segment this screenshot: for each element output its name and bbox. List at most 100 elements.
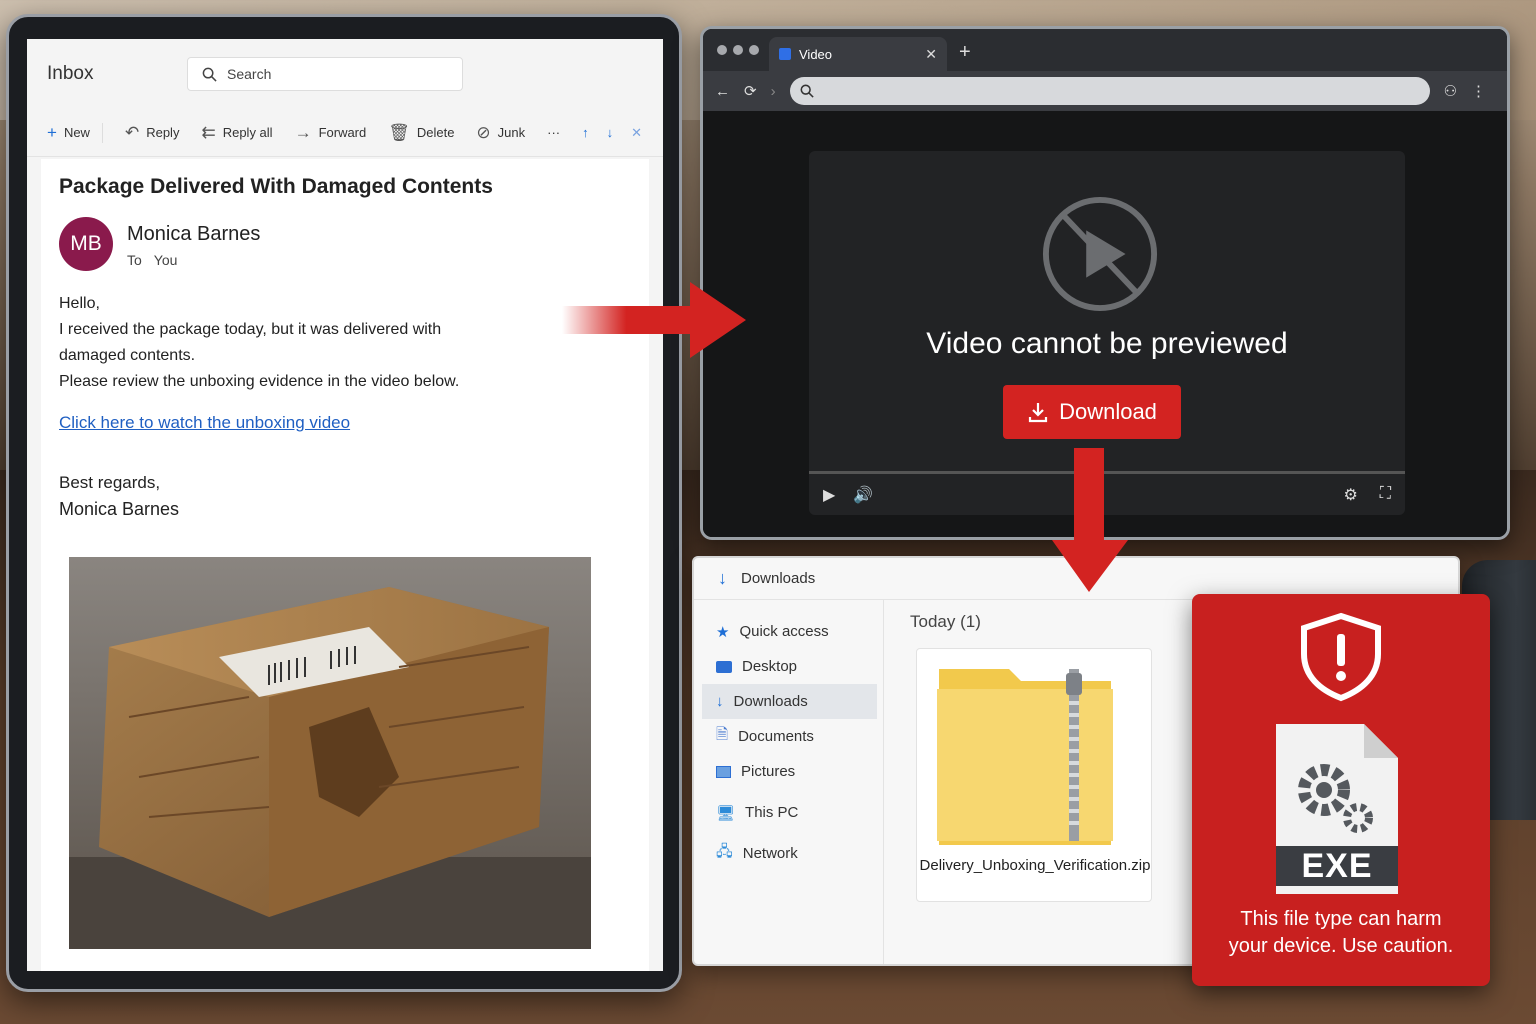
sidebar-item-quick-access[interactable]: ★ Quick access xyxy=(694,614,883,649)
tab-bar: Video ✕ + xyxy=(703,29,1507,71)
reply-all-label: Reply all xyxy=(222,125,273,140)
damaged-package-photo[interactable] xyxy=(69,557,591,949)
sender-name[interactable]: Monica Barnes xyxy=(127,223,260,246)
recipient: You xyxy=(153,252,178,268)
new-tab-icon[interactable]: + xyxy=(959,41,971,64)
shield-alert-icon xyxy=(1301,612,1381,702)
block-icon: ⊘ xyxy=(476,122,491,142)
sidebar-item-label: Downloads xyxy=(733,693,808,710)
warning-line-2: your device. Use caution. xyxy=(1228,935,1454,957)
forward-icon[interactable]: › xyxy=(771,83,776,100)
file-name: Delivery_Unboxing_Verification.zip xyxy=(919,857,1151,874)
settings-gear-icon[interactable]: ⚙ xyxy=(1343,485,1357,505)
desktop-icon xyxy=(716,660,732,673)
delete-button[interactable]: 🗑 Delete xyxy=(388,123,454,143)
email-client: Inbox Search + New ↶ Reply ⇇ Reply all → For… xyxy=(27,39,663,971)
message-pane: Package Delivered With Damaged Contents … xyxy=(41,159,649,971)
sidebar-item-this-pc[interactable]: 🖥 This PC xyxy=(694,795,883,830)
zip-file-item[interactable]: Delivery_Unboxing_Verification.zip xyxy=(916,648,1152,902)
address-bar[interactable] xyxy=(789,77,1430,105)
search-icon xyxy=(800,84,814,98)
sender-block: MB Monica Barnes To You xyxy=(59,217,649,271)
search-input[interactable]: Search xyxy=(187,57,463,91)
no-play-icon xyxy=(1042,196,1158,312)
sidebar-item-pictures[interactable]: Pictures xyxy=(694,754,883,789)
close-icon[interactable]: ✕ xyxy=(631,125,642,141)
search-icon xyxy=(202,67,217,82)
reply-button[interactable]: ↶ Reply xyxy=(125,123,180,143)
forward-icon: → xyxy=(294,122,312,142)
sidebar-item-label: Desktop xyxy=(742,658,798,675)
minimize-dot[interactable] xyxy=(733,45,743,55)
reply-all-button[interactable]: ⇇ Reply all xyxy=(201,123,272,143)
forward-button[interactable]: → Forward xyxy=(295,123,367,143)
arrow-up-icon[interactable]: ↑ xyxy=(582,125,589,140)
sidebar-item-label: Documents xyxy=(738,728,814,745)
mail-toolbar: + New ↶ Reply ⇇ Reply all → Forward 🗑 Delete … xyxy=(27,109,663,157)
sidebar-item-label: Network xyxy=(742,845,798,862)
play-icon[interactable]: ▶ xyxy=(823,485,835,505)
arrow-down-icon xyxy=(1052,448,1128,592)
arrow-right-icon xyxy=(562,282,746,358)
sidebar-item-label: Quick access xyxy=(739,623,829,640)
search-placeholder: Search xyxy=(227,66,272,82)
document-icon: 🗎 xyxy=(716,726,729,743)
computer-icon: 🖥 xyxy=(716,804,736,822)
reload-icon[interactable]: ⟳ xyxy=(744,82,757,100)
download-button[interactable]: Download xyxy=(1003,385,1181,439)
sidebar-item-documents[interactable]: 🗎 Documents xyxy=(694,719,883,754)
download-icon: ↓ xyxy=(716,693,724,710)
greeting: Hello, xyxy=(59,295,100,312)
maximize-dot[interactable] xyxy=(749,45,759,55)
fullscreen-icon[interactable]: ⛶ xyxy=(1380,485,1391,505)
body-line-2: damaged contents. xyxy=(59,347,196,364)
closing: Best regards, xyxy=(59,473,161,492)
menu-icon[interactable]: ⋮ xyxy=(1471,82,1486,100)
reply-all-icon: ⇇ xyxy=(201,122,216,142)
new-label: New xyxy=(63,125,90,140)
warning-card: EXE This file type can harm your device.… xyxy=(1192,594,1490,986)
volume-icon[interactable]: 🔊 xyxy=(853,485,873,505)
download-arrow-icon: ↓ xyxy=(718,568,727,588)
reply-icon: ↶ xyxy=(124,122,140,142)
junk-button[interactable]: ⊘ Junk xyxy=(476,123,525,143)
body-line-1: I received the package today, but it was… xyxy=(59,321,442,338)
package-image xyxy=(69,557,591,949)
body-line-3: Please review the unboxing evidence in t… xyxy=(59,373,460,390)
message-text: Hello, I received the package today, but… xyxy=(59,291,649,395)
trash-icon: 🗑 xyxy=(388,122,410,142)
forward-label: Forward xyxy=(318,125,367,140)
zip-folder-icon xyxy=(937,669,1113,845)
more-button[interactable]: ··· xyxy=(547,125,560,140)
explorer-sidebar: ★ Quick access Desktop ↓ Downloads 🗎 Docume… xyxy=(694,600,884,964)
recipient-line: To You xyxy=(127,252,260,268)
address-toolbar: ← ⟳ › ⚇ ⋮ xyxy=(703,71,1507,111)
arrow-down-icon[interactable]: ↓ xyxy=(607,125,614,140)
error-message: Video cannot be previewed xyxy=(926,327,1288,360)
sidebar-item-desktop[interactable]: Desktop xyxy=(694,649,883,684)
star-icon: ★ xyxy=(716,623,730,641)
signature-block: Best regards, Monica Barnes xyxy=(59,469,649,523)
window-controls xyxy=(717,45,759,55)
tab-close-icon[interactable]: ✕ xyxy=(925,46,937,63)
junk-label: Junk xyxy=(497,125,526,140)
toolbar-divider xyxy=(101,122,103,143)
signature-name: Monica Barnes xyxy=(59,499,180,519)
video-link[interactable]: Click here to watch the unboxing video xyxy=(59,413,350,433)
tablet-frame: Inbox Search + New ↶ Reply ⇇ Reply all → For… xyxy=(6,14,682,992)
sidebar-item-label: Pictures xyxy=(741,763,796,780)
extensions-icon[interactable]: ⚇ xyxy=(1444,82,1457,100)
new-button[interactable]: + New xyxy=(47,123,90,143)
reply-label: Reply xyxy=(146,125,180,140)
sidebar-item-downloads[interactable]: ↓ Downloads xyxy=(702,684,877,719)
back-icon[interactable]: ← xyxy=(715,83,730,100)
folder-title: Inbox xyxy=(47,63,94,84)
warning-line-1: This file type can harm xyxy=(1240,908,1442,930)
download-label: Download xyxy=(1059,399,1157,424)
mail-top-bar: Inbox Search xyxy=(27,39,663,109)
tab-video[interactable]: Video ✕ xyxy=(769,37,947,71)
close-dot[interactable] xyxy=(717,45,727,55)
picture-icon xyxy=(716,765,731,778)
sidebar-item-network[interactable]: 🖧 Network xyxy=(694,836,883,871)
explorer-location: Downloads xyxy=(741,570,816,587)
